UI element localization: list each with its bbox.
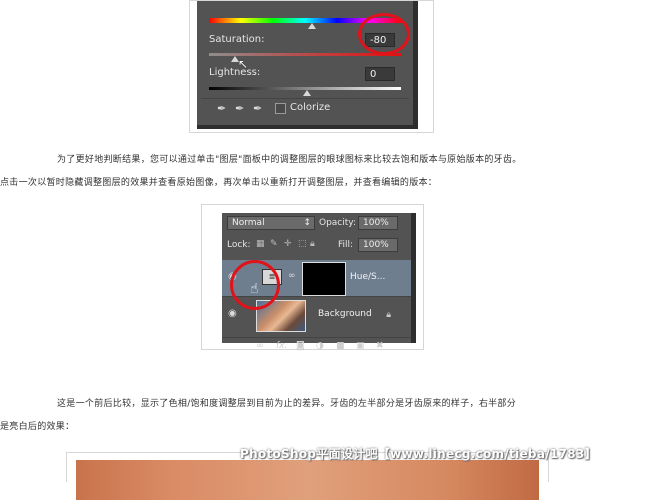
layers-panel-screenshot: Normal ↕ Opacity: 100% Lock: ▦ ✎ ✛ ⬚ 🔒︎ … bbox=[201, 204, 424, 351]
lightness-slider-handle[interactable] bbox=[303, 90, 311, 96]
fill-field[interactable]: 100% bbox=[358, 238, 398, 252]
lock-all-icon[interactable]: 🔒︎ bbox=[310, 239, 315, 249]
blend-mode-value: Normal bbox=[232, 218, 265, 228]
eyedropper-plus-icon[interactable]: ✒ bbox=[235, 102, 244, 115]
layers-toolbar: ∞ fx. ◙ ◑ ■ ▣ ✖ bbox=[222, 337, 411, 356]
hue-slider-handle[interactable] bbox=[308, 23, 316, 29]
chevron-down-icon: ↕ bbox=[303, 218, 311, 228]
layer-name[interactable]: Background bbox=[318, 309, 372, 319]
layer-mask-thumbnail[interactable] bbox=[302, 262, 346, 296]
hand-cursor-icon: ☝ bbox=[250, 281, 259, 297]
folder-icon[interactable]: ■ bbox=[336, 341, 345, 351]
fill-value: 100% bbox=[363, 240, 389, 250]
divider bbox=[201, 98, 409, 99]
lock-brush-icon[interactable]: ✎ bbox=[270, 239, 278, 249]
lightness-value[interactable]: 0 bbox=[365, 67, 395, 81]
colorize-checkbox[interactable] bbox=[275, 103, 286, 114]
link-layers-icon[interactable]: ∞ bbox=[256, 341, 264, 351]
paragraph-2-line-1: 这是一个前后比较，显示了色相/饱和度调整层到目前为止的差异。牙齿的左半部分是牙齿… bbox=[57, 399, 517, 409]
lock-label: Lock: bbox=[227, 240, 251, 250]
opacity-value: 100% bbox=[363, 218, 389, 228]
lock-transparent-icon[interactable]: ▦ bbox=[256, 239, 265, 249]
trash-icon[interactable]: ✖ bbox=[376, 341, 384, 351]
paragraph-1-line-1: 为了更好地判断结果，您可以通过单击"图层"面板中的调整图层的眼球图标来比较去饱和… bbox=[57, 155, 522, 165]
lightness-label: Lightness: bbox=[209, 67, 261, 78]
fill-label: Fill: bbox=[338, 240, 354, 250]
lock-icon: 🔒︎ bbox=[386, 310, 391, 320]
layer-name[interactable]: Hue/S... bbox=[350, 272, 385, 282]
fx-icon[interactable]: fx. bbox=[276, 341, 287, 351]
link-icon[interactable]: ∞ bbox=[288, 271, 296, 281]
paragraph-1-line-2: 点击一次以暂时隐藏调整图层的效果并查看原始图像，再次单击以重新打开调整图层，并查… bbox=[0, 178, 438, 188]
colorize-label: Colorize bbox=[290, 102, 331, 113]
eye-visibility-icon[interactable]: ◉ bbox=[228, 308, 237, 319]
eyedropper-minus-icon[interactable]: ✒ bbox=[253, 102, 262, 115]
lock-move-icon[interactable]: ✛ bbox=[284, 239, 292, 249]
blend-mode-dropdown[interactable]: Normal ↕ bbox=[227, 216, 315, 230]
opacity-field[interactable]: 100% bbox=[358, 216, 398, 230]
eyedropper-icon[interactable]: ✒ bbox=[217, 102, 226, 115]
layers-panel: Normal ↕ Opacity: 100% Lock: ▦ ✎ ✛ ⬚ 🔒︎ … bbox=[222, 213, 416, 351]
properties-panel: Saturation: -80 ↖ Lightness: 0 ✒ ✒ ✒ Col… bbox=[197, 1, 418, 129]
teeth-photo bbox=[76, 460, 539, 500]
saturation-label: Saturation: bbox=[209, 34, 265, 45]
opacity-label: Opacity: bbox=[319, 218, 356, 228]
adjustment-icon[interactable]: ◑ bbox=[316, 341, 324, 351]
hue-saturation-screenshot: Saturation: -80 ↖ Lightness: 0 ✒ ✒ ✒ Col… bbox=[189, 0, 434, 133]
new-layer-icon[interactable]: ▣ bbox=[356, 341, 365, 351]
paragraph-2-line-2: 是亮白后的效果： bbox=[0, 422, 75, 432]
add-mask-icon[interactable]: ◙ bbox=[296, 341, 305, 351]
watermark-text: PhotoShop平面设计吧【www.linecg.com/tieba/1783… bbox=[240, 447, 597, 461]
highlight-circle bbox=[358, 13, 410, 55]
lock-artboard-icon[interactable]: ⬚ bbox=[298, 239, 307, 249]
